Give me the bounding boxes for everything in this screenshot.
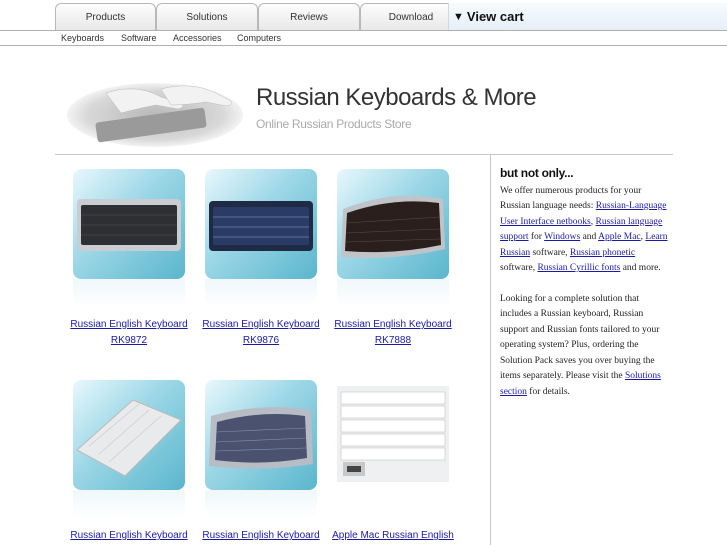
sidebar-heading: but not only... [500, 166, 574, 180]
sidebar-paragraph-products: We offer numerous products for your Russ… [500, 185, 668, 274]
link-windows[interactable]: Windows [544, 232, 580, 242]
column-divider [490, 155, 491, 545]
header-divider [55, 154, 673, 155]
link-cyrillic-fonts[interactable]: Russian Cyrillic fonts [537, 263, 620, 273]
subnav-computers[interactable]: Computers [237, 31, 281, 45]
subnav-accessories[interactable]: Accessories [173, 31, 222, 45]
product-image[interactable] [73, 169, 185, 279]
site-title: Russian Keyboards & More [256, 84, 537, 111]
sidebar-paragraph-solutions: Looking for a complete solution that inc… [500, 293, 661, 397]
product-link[interactable]: Russian English Keyboard RK9876 [191, 317, 331, 349]
sidebar: but not only... We offer numerous produc… [500, 166, 670, 400]
product-link[interactable]: Russian English Keyboard [191, 528, 331, 544]
tab-solutions-label: Solutions [186, 11, 228, 23]
link-russian-phonetic[interactable]: Russian phonetic [570, 248, 635, 258]
product-image[interactable] [205, 169, 317, 279]
subnav-keyboards[interactable]: Keyboards [61, 31, 104, 45]
product-link[interactable]: Russian English Keyboard [59, 528, 199, 544]
sub-navigation: Keyboards Software Accessories Computers [0, 30, 727, 46]
subnav-software[interactable]: Software [121, 31, 157, 45]
link-apple-mac[interactable]: Apple Mac [598, 232, 640, 242]
view-cart-label: View cart [466, 9, 524, 24]
tab-products-label: Products [85, 11, 126, 23]
tab-products[interactable]: Products [55, 3, 156, 30]
product-image[interactable] [205, 380, 317, 490]
product-link[interactable]: Russian English Keyboard RK7888 [323, 317, 463, 349]
tab-reviews-label: Reviews [290, 11, 328, 23]
top-navigation: Products Solutions Reviews Download ▼ Vi… [0, 0, 727, 30]
product-link[interactable]: Russian English Keyboard RK9872 [59, 317, 199, 349]
tab-download-label: Download [388, 11, 434, 23]
site-subtitle: Online Russian Products Store [256, 117, 412, 131]
tab-solutions[interactable]: Solutions [156, 3, 258, 30]
product-image[interactable] [337, 169, 449, 279]
hero-keyboard-hands-image [67, 83, 243, 147]
triangle-down-icon: ▼ [453, 10, 464, 23]
product-image[interactable] [73, 380, 185, 490]
product-link[interactable]: Apple Mac Russian English [323, 528, 463, 544]
tab-reviews[interactable]: Reviews [258, 3, 360, 30]
view-cart-button[interactable]: ▼ View cart [448, 3, 727, 30]
tab-download[interactable]: Download [360, 3, 462, 30]
product-image[interactable] [337, 380, 449, 490]
